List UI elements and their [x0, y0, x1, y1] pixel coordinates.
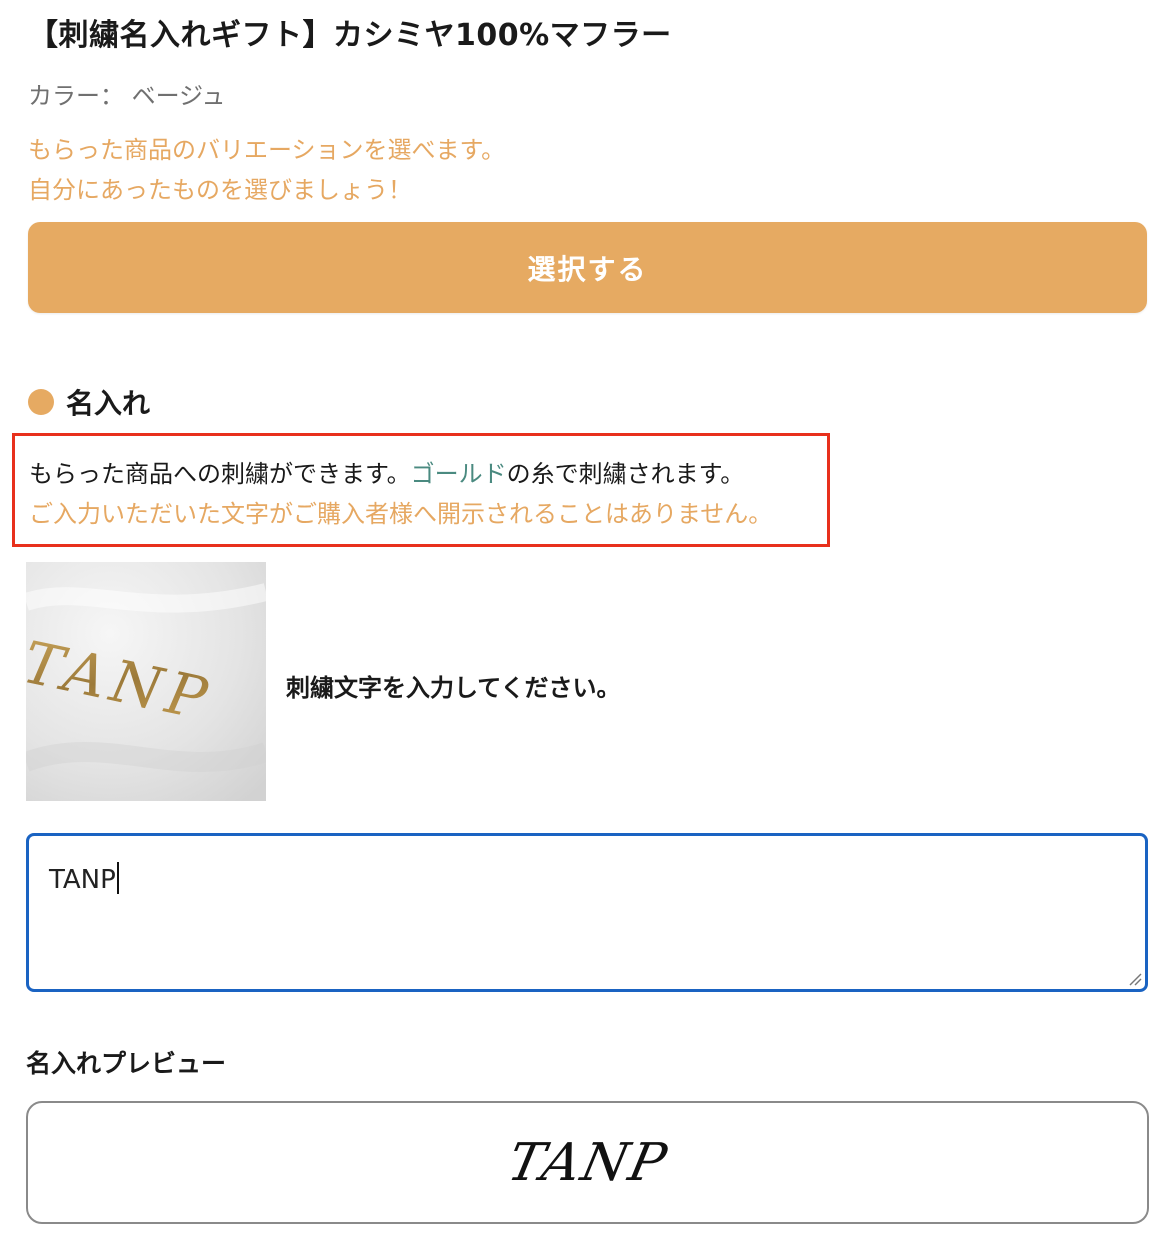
naming-heading-label: 名入れ	[66, 387, 151, 420]
naming-preview-box: TANP	[26, 1101, 1149, 1224]
text-caret	[116, 862, 119, 894]
variation-note-line1: もらった商品のバリエーションを選べます。	[28, 136, 506, 164]
variation-note: もらった商品のバリエーションを選べます。 自分にあったものを選びましょう！	[28, 130, 505, 210]
notice-gold-word: ゴールド	[410, 460, 507, 488]
embroidery-sample-graphic: TANP	[26, 562, 266, 801]
naming-section-heading: 名入れ	[28, 382, 150, 422]
product-title: 【刺繍名入れギフト】カシミヤ100%マフラー	[28, 18, 672, 53]
embroidery-input-value: TANP	[49, 865, 116, 895]
color-row: カラー： ベージュ	[28, 76, 225, 111]
naming-preview-text: TANP	[502, 1132, 673, 1193]
embroidery-sample-image: TANP	[26, 562, 266, 801]
color-value: ベージュ	[131, 82, 226, 110]
naming-notice-box: もらった商品への刺繍ができます。ゴールドの糸で刺繍されます。 ご入力いただいた文…	[12, 433, 830, 547]
select-variation-button[interactable]: 選択する	[28, 222, 1147, 313]
embroidery-input-value-wrap: TANP	[49, 862, 119, 895]
notice-text-part1: もらった商品への刺繍ができます。	[29, 460, 411, 488]
notice-text-part2: の糸で刺繍されます。	[506, 460, 745, 488]
notice-privacy-line: ご入力いただいた文字がご購入者様へ開示されることはありません。	[29, 500, 773, 528]
bullet-dot-icon	[28, 389, 54, 415]
color-label: カラー：	[28, 82, 124, 110]
resize-handle-icon[interactable]	[1128, 972, 1142, 986]
preview-heading: 名入れプレビュー	[26, 1049, 227, 1078]
embroidery-text-input[interactable]: TANP	[26, 833, 1148, 992]
notice-line1: もらった商品への刺繍ができます。ゴールドの糸で刺繍されます。	[29, 454, 744, 489]
variation-note-line2: 自分にあったものを選びましょう！	[28, 176, 412, 204]
embroidery-instruction: 刺繍文字を入力してください。	[286, 674, 621, 702]
